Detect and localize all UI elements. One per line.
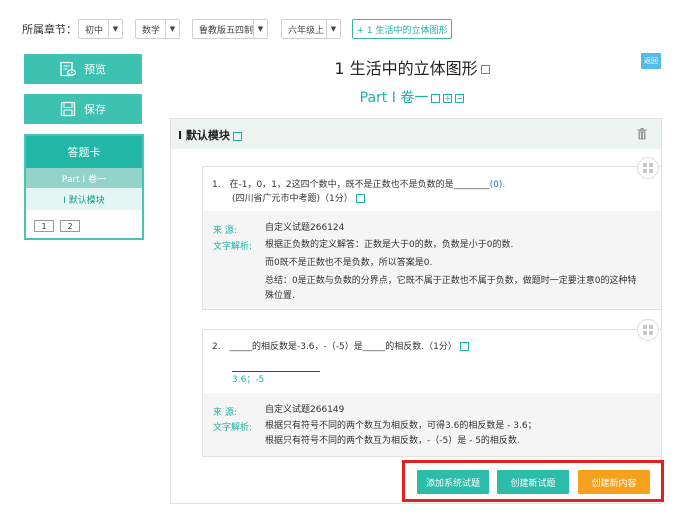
explain-line: 根据只有符号不同的两个数互为相反数，可得3.6的相反数是 - 3.6； bbox=[265, 421, 537, 431]
question-1-text-row: 1. 在-1，0，1，2这四个数中，既不是正数也不是负数的是________(0… bbox=[212, 178, 632, 192]
create-question-button[interactable]: 创建新试题 bbox=[497, 470, 569, 494]
question-1-explain-label: 文字解析: bbox=[213, 242, 253, 252]
drag-handle-2[interactable] bbox=[637, 319, 659, 341]
explain-line: 殊位置. bbox=[265, 291, 295, 301]
grade-level-select[interactable]: 初中 ▼ bbox=[78, 19, 123, 39]
edit-icon[interactable] bbox=[459, 342, 469, 351]
volume-value: 六年级上 bbox=[288, 25, 325, 36]
answer-card-title: 答题卡 bbox=[26, 136, 142, 168]
answer-card: 答题卡 Part I 卷一 I 默认模块 1 2 bbox=[24, 134, 144, 240]
preview-label: 预览 bbox=[84, 63, 106, 76]
question-1-source-label: 来 源: bbox=[213, 226, 237, 236]
edit-icon[interactable] bbox=[431, 93, 441, 103]
part-title: Part I 卷一 bbox=[359, 90, 429, 106]
edition-select[interactable]: 鲁教版五四制 ▼ bbox=[192, 19, 268, 39]
save-icon bbox=[60, 101, 76, 117]
question-2-text: _____的相反数是-3.6，-（-5）是_____的相反数.（1分） bbox=[229, 342, 457, 352]
explain-line: 而0既不是正数也不是负数，所以答案是0. bbox=[265, 258, 433, 268]
question-number-1[interactable]: 1 bbox=[34, 220, 54, 232]
plus-icon[interactable]: + bbox=[443, 93, 453, 103]
question-1-source-row: (四川省广元市中考题)（1分） bbox=[232, 192, 365, 206]
question-number-2[interactable]: 2 bbox=[60, 220, 80, 232]
question-1-explanation: 根据正负数的定义解答：正数是大于0的数，负数是小于0的数. 而0既不是正数也不是… bbox=[265, 238, 650, 304]
explain-line: 总结：0是正数与负数的分界点，它既不属于正数也不属于负数，做题时一定要注意0的这… bbox=[265, 276, 637, 286]
question-2-explanation: 根据只有符号不同的两个数互为相反数，可得3.6的相反数是 - 3.6； 根据只有… bbox=[265, 419, 650, 449]
explain-line: 根据只有符号不同的两个数互为相反数，-（-5）是 - 5的相反数. bbox=[265, 436, 520, 446]
question-2-explain-label: 文字解析: bbox=[213, 423, 253, 433]
edit-icon[interactable] bbox=[355, 194, 365, 203]
module-title-row: I 默认模块 bbox=[178, 127, 242, 143]
part-title-row: Part I 卷一 + − bbox=[172, 87, 652, 107]
question-1-text: 在-1，0，1，2这四个数中，既不是正数也不是负数的是________ bbox=[229, 180, 490, 190]
answer-card-part[interactable]: Part I 卷一 bbox=[26, 168, 142, 188]
question-2-number: 2. bbox=[212, 342, 221, 352]
subject-select[interactable]: 数学 ▼ bbox=[135, 19, 180, 39]
answer-card-module[interactable]: I 默认模块 bbox=[26, 188, 142, 210]
page-title: 1 生活中的立体图形 bbox=[334, 59, 478, 78]
grade-level-value: 初中 bbox=[85, 25, 104, 36]
volume-select[interactable]: 六年级上 ▼ bbox=[281, 19, 341, 39]
question-1-source-line: (四川省广元市中考题)（1分） bbox=[232, 194, 353, 204]
answer-blank-line bbox=[232, 371, 320, 372]
chevron-down-icon: ▼ bbox=[326, 20, 340, 38]
module-header bbox=[171, 119, 661, 149]
subject-value: 数学 bbox=[142, 25, 161, 36]
chevron-down-icon: ▼ bbox=[108, 20, 122, 38]
explain-line: 根据正负数的定义解答：正数是大于0的数，负数是小于0的数. bbox=[265, 240, 514, 250]
add-system-question-button[interactable]: 添加系统试题 bbox=[417, 470, 489, 494]
preview-icon bbox=[60, 61, 76, 77]
edit-icon[interactable] bbox=[232, 131, 242, 141]
save-button[interactable]: 保存 bbox=[24, 94, 142, 124]
edit-icon[interactable] bbox=[480, 65, 490, 74]
chevron-down-icon: ▼ bbox=[165, 20, 179, 38]
question-2-text-row: 2. _____的相反数是-3.6，-（-5）是_____的相反数.（1分） bbox=[212, 340, 632, 354]
chapter-filter-label: 所属章节： bbox=[22, 23, 77, 36]
chevron-down-icon: ▼ bbox=[253, 20, 267, 38]
trash-icon[interactable] bbox=[637, 128, 647, 140]
chapter-button[interactable]: + 1 生活中的立体图形 bbox=[352, 19, 452, 39]
drag-handle-1[interactable] bbox=[637, 157, 659, 179]
grid-icon bbox=[643, 163, 653, 173]
save-label: 保存 bbox=[84, 103, 106, 116]
grid-icon bbox=[643, 325, 653, 335]
minus-icon[interactable]: − bbox=[455, 93, 465, 103]
back-button[interactable]: 返回 bbox=[641, 53, 661, 69]
create-content-button[interactable]: 创建新内容 bbox=[578, 470, 650, 494]
question-1-answer: (0). bbox=[489, 180, 506, 190]
paper-title-row: 1 生活中的立体图形 bbox=[172, 55, 652, 79]
question-2-source-label: 来 源: bbox=[213, 408, 237, 418]
preview-button[interactable]: 预览 bbox=[24, 54, 142, 84]
module-title: I 默认模块 bbox=[178, 129, 230, 142]
question-2-answer: 3.6；-5 bbox=[232, 375, 265, 385]
question-1-number: 1. bbox=[212, 180, 221, 190]
edition-value: 鲁教版五四制 bbox=[199, 25, 253, 36]
question-1-source-value: 自定义试题266124 bbox=[265, 223, 345, 233]
question-2-source-value: 自定义试题266149 bbox=[265, 405, 345, 415]
